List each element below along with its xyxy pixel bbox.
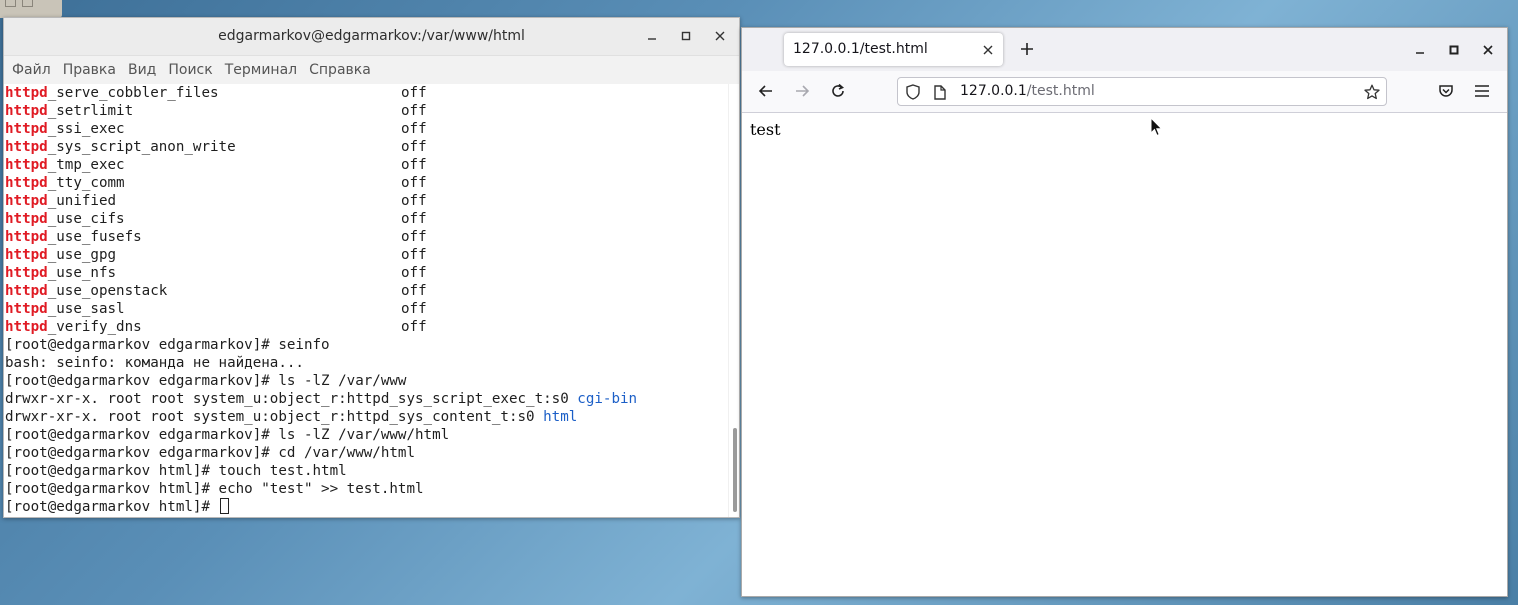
terminal-line: [root@edgarmarkov edgarmarkov]# cd /var/… <box>5 445 415 461</box>
shield-icon[interactable] <box>905 84 921 100</box>
text-cursor <box>219 498 229 514</box>
reload-icon[interactable] <box>826 79 850 103</box>
terminal-line: httpd_use_fusefs off <box>5 229 427 245</box>
terminal-line: httpd_use_openstack off <box>5 283 427 299</box>
terminal-prompt: [root@edgarmarkov html]# <box>5 499 219 515</box>
maximize-icon[interactable] <box>1444 40 1464 60</box>
terminal-line: httpd_tty_comm off <box>5 175 427 191</box>
bookmark-star-icon[interactable] <box>1364 84 1380 100</box>
terminal-line: [root@edgarmarkov html]# touch test.html <box>5 463 347 479</box>
browser-tabbar: 127.0.0.1/test.html <box>742 28 1507 71</box>
browser-page-content[interactable]: test <box>742 113 1507 596</box>
terminal-line: [root@edgarmarkov html]# echo "test" >> … <box>5 481 424 497</box>
close-icon[interactable] <box>1478 40 1498 60</box>
menu-edit[interactable]: Правка <box>60 62 123 78</box>
terminal-line: bash: seinfo: команда не найдена... <box>5 355 304 371</box>
terminal-output[interactable]: httpd_serve_cobbler_files off httpd_setrl… <box>4 84 729 517</box>
terminal-window[interactable]: edgarmarkov@edgarmarkov:/var/www/html Фа… <box>3 17 740 518</box>
terminal-line: drwxr-xr-x. root root system_u:object_r:… <box>5 391 638 407</box>
url-bar[interactable]: 127.0.0.1/test.html <box>897 77 1387 106</box>
terminal-menubar: Файл Правка Вид Поиск Терминал Справка <box>4 56 739 85</box>
menu-terminal[interactable]: Терминал <box>222 62 304 78</box>
url-text[interactable]: 127.0.0.1/test.html <box>960 78 1095 105</box>
terminal-title: edgarmarkov@edgarmarkov:/var/www/html <box>218 28 525 44</box>
terminal-line: drwxr-xr-x. root root system_u:object_r:… <box>5 409 578 425</box>
minimize-icon[interactable] <box>642 26 662 46</box>
terminal-line: httpd_use_cifs off <box>5 211 427 227</box>
desktop-panel-fragment <box>0 0 62 18</box>
menu-file[interactable]: Файл <box>9 62 58 78</box>
terminal-line: httpd_serve_cobbler_files off <box>5 85 427 101</box>
menu-search[interactable]: Поиск <box>165 62 219 78</box>
scrollbar-thumb[interactable] <box>733 428 737 512</box>
page-body-text: test <box>750 120 781 139</box>
terminal-line: httpd_tmp_exec off <box>5 157 427 173</box>
terminal-line: httpd_sys_script_anon_write off <box>5 139 427 155</box>
menu-view[interactable]: Вид <box>125 62 163 78</box>
terminal-line: [root@edgarmarkov edgarmarkov]# seinfo <box>5 337 330 353</box>
desktop-square-icon <box>22 0 33 7</box>
browser-tab-active[interactable]: 127.0.0.1/test.html <box>784 33 1003 66</box>
maximize-icon[interactable] <box>676 26 696 46</box>
close-icon[interactable] <box>710 26 730 46</box>
mouse-pointer-icon <box>1150 116 1163 141</box>
minimize-icon[interactable] <box>1410 40 1430 60</box>
terminal-line: httpd_use_gpg off <box>5 247 427 263</box>
pocket-icon[interactable] <box>1434 79 1458 103</box>
browser-navbar: 127.0.0.1/test.html <box>742 71 1507 113</box>
page-icon[interactable] <box>932 84 948 100</box>
terminal-line: [root@edgarmarkov edgarmarkov]# ls -lZ /… <box>5 373 407 389</box>
desktop-square-icon <box>5 0 16 7</box>
back-arrow-icon[interactable] <box>754 79 778 103</box>
terminal-line: httpd_verify_dns off <box>5 319 427 335</box>
terminal-line: httpd_use_sasl off <box>5 301 427 317</box>
terminal-line: httpd_ssi_exec off <box>5 121 427 137</box>
terminal-prompt-line[interactable]: [root@edgarmarkov html]# <box>5 498 229 516</box>
browser-window[interactable]: 127.0.0.1/test.html 127.0.0.1/test.html … <box>741 27 1508 597</box>
directory-name: html <box>543 409 578 425</box>
tab-close-icon[interactable] <box>978 40 997 59</box>
menu-help[interactable]: Справка <box>306 62 378 78</box>
terminal-titlebar[interactable]: edgarmarkov@edgarmarkov:/var/www/html <box>4 18 739 56</box>
tab-title: 127.0.0.1/test.html <box>793 41 928 57</box>
terminal-line: httpd_setrlimit off <box>5 103 427 119</box>
terminal-line: httpd_use_nfs off <box>5 265 427 281</box>
forward-arrow-icon[interactable] <box>790 79 814 103</box>
url-host: 127.0.0.1 <box>960 83 1027 99</box>
new-tab-icon[interactable] <box>1015 37 1039 61</box>
terminal-line: [root@edgarmarkov edgarmarkov]# ls -lZ /… <box>5 427 450 443</box>
terminal-line: httpd_unified off <box>5 193 427 209</box>
url-path: /test.html <box>1026 83 1095 99</box>
hamburger-menu-icon[interactable] <box>1470 79 1494 103</box>
directory-name: cgi-bin <box>577 391 638 407</box>
terminal-scrollbar[interactable] <box>728 84 739 517</box>
